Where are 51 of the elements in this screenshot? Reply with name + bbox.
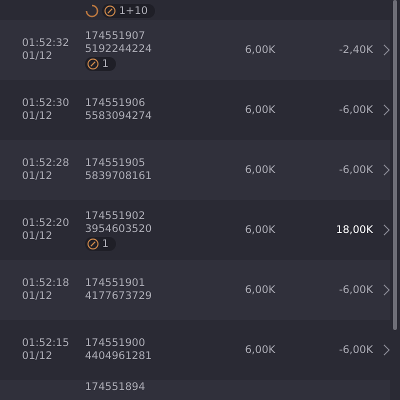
bet-time: 01:52:15 xyxy=(22,337,70,350)
bet-time: 01:52:18 xyxy=(22,277,70,290)
list-row[interactable]: 01:52:28 01/12 174551905 5839708161 6,00K -6,00K xyxy=(0,140,390,200)
round-id: 174551902 xyxy=(85,210,146,222)
chevron-right-icon[interactable] xyxy=(383,344,390,356)
bet-time: 01:52:28 xyxy=(22,157,70,170)
bonus-badge: 1+10 xyxy=(102,4,155,18)
ticket-id: 4404961281 xyxy=(85,350,152,363)
result-amount: -6,00K xyxy=(338,104,373,116)
ticket-id: 5839708161 xyxy=(85,170,152,183)
stake-amount: 6,00K xyxy=(245,44,276,56)
round-id: 174551905 xyxy=(85,157,146,170)
list-row[interactable]: 174551894 xyxy=(0,380,390,400)
round-id: 174551906 xyxy=(85,97,146,110)
result-amount: -6,00K xyxy=(338,284,373,296)
result-amount: -6,00K xyxy=(338,164,373,176)
round-id: 174551907 xyxy=(85,30,146,42)
bonus-badge: 1 xyxy=(85,236,116,250)
result-amount: 18,00K xyxy=(336,224,373,236)
round-id: 174551894 xyxy=(85,381,146,394)
chevron-right-icon[interactable] xyxy=(383,164,390,176)
chevron-right-icon[interactable] xyxy=(383,224,390,236)
stake-amount: 6,00K xyxy=(245,284,276,296)
bet-date: 01/12 xyxy=(22,110,54,123)
result-amount: -2,40K xyxy=(338,44,373,56)
stake-amount: 6,00K xyxy=(245,224,276,236)
bet-date: 01/12 xyxy=(22,230,54,243)
list-row[interactable]: 01:52:32 01/12 174551907 5192244224 1 6,00K -2,40K xyxy=(0,20,390,80)
round-id: 174551900 xyxy=(85,337,146,350)
bet-time: 01:52:20 xyxy=(22,217,70,230)
bet-time: 01:52:32 xyxy=(22,37,70,50)
chevron-right-icon[interactable] xyxy=(383,104,390,116)
bet-date: 01/12 xyxy=(22,50,54,63)
bet-date: 01/12 xyxy=(22,350,54,363)
bet-time: 01:52:30 xyxy=(22,97,70,110)
ticket-id: 5583094274 xyxy=(85,110,152,123)
stake-amount: 6,00K xyxy=(245,344,276,356)
scrollbar-thumb[interactable] xyxy=(393,0,397,330)
bet-date: 01/12 xyxy=(22,170,54,183)
stake-amount: 6,00K xyxy=(245,104,276,116)
list-row[interactable]: 01:52:18 01/12 174551901 4177673729 6,00K -6,00K xyxy=(0,260,390,320)
chevron-right-icon[interactable] xyxy=(383,284,390,296)
result-amount: -6,00K xyxy=(338,344,373,356)
ticket-id: 5192244224 xyxy=(85,42,152,56)
bet-date: 01/12 xyxy=(22,290,54,303)
ticket-id: 4177673729 xyxy=(85,290,152,303)
ticket-id: 3954603520 xyxy=(85,222,152,236)
round-id: 174551901 xyxy=(85,277,146,290)
chevron-right-icon[interactable] xyxy=(383,44,390,56)
bonus-badge: 1 xyxy=(85,56,116,70)
stake-amount: 6,00K xyxy=(245,164,276,176)
